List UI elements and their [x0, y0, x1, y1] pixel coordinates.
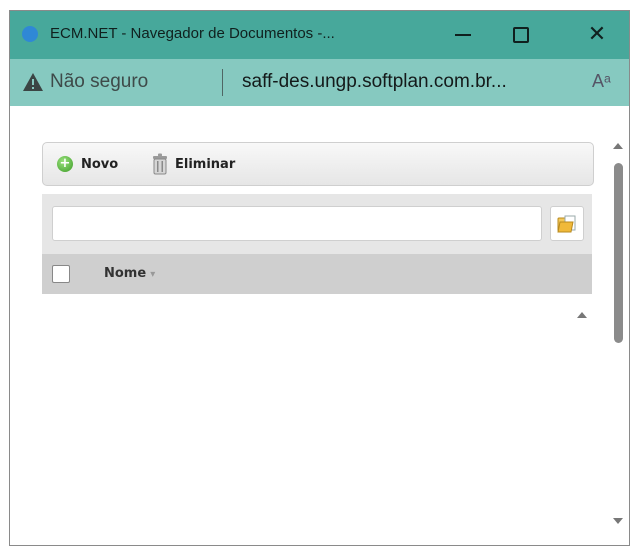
close-button[interactable]: ✕	[574, 11, 620, 59]
close-icon: ✕	[587, 22, 607, 47]
filter-panel	[42, 194, 592, 254]
page-scrollbar[interactable]	[607, 106, 629, 545]
column-header-nome[interactable]: Nome ▾	[104, 266, 155, 281]
title-bar[interactable]: ECM.NET - Navegador de Documentos -... ✕	[10, 11, 629, 59]
scroll-down-icon[interactable]	[613, 518, 623, 524]
sort-icon: ▾	[150, 269, 156, 280]
minimize-button[interactable]	[440, 11, 486, 59]
address-bar[interactable]: Não seguro saff-des.ungp.softplan.com.br…	[10, 59, 629, 106]
address-separator	[222, 69, 223, 96]
filter-input[interactable]	[52, 206, 542, 241]
maximize-button[interactable]	[498, 11, 544, 59]
column-header-label: Nome	[104, 266, 147, 281]
select-all-checkbox[interactable]	[52, 265, 70, 283]
browser-window: ECM.NET - Navegador de Documentos -... ✕…	[9, 10, 630, 546]
delete-button[interactable]: Eliminar	[151, 143, 235, 185]
edge-app-icon	[22, 26, 38, 42]
not-secure-label[interactable]: Não seguro	[50, 71, 148, 93]
window-title: ECM.NET - Navegador de Documentos -...	[50, 25, 335, 42]
read-aloud-icon[interactable]: Aᵃ	[592, 71, 611, 92]
minimize-icon	[455, 34, 471, 36]
page-content: + Novo Eliminar Nome ▾	[10, 106, 629, 545]
browse-folder-button[interactable]	[550, 206, 584, 241]
trash-icon	[153, 153, 167, 175]
new-button[interactable]: + Novo	[57, 143, 118, 185]
scrollbar-thumb[interactable]	[614, 163, 623, 343]
folder-icon	[557, 215, 576, 232]
maximize-icon	[513, 27, 529, 43]
grid-scroll-up-icon[interactable]	[577, 312, 587, 318]
document-toolbar: + Novo Eliminar	[42, 142, 594, 186]
grid-body[interactable]	[42, 294, 592, 545]
warning-icon[interactable]	[22, 72, 44, 92]
new-button-label: Novo	[81, 156, 119, 172]
delete-button-label: Eliminar	[175, 156, 236, 172]
grid-header: Nome ▾	[42, 254, 592, 294]
url-text[interactable]: saff-des.ungp.softplan.com.br...	[242, 71, 507, 93]
scroll-up-icon[interactable]	[613, 143, 623, 149]
add-icon: +	[57, 156, 73, 172]
